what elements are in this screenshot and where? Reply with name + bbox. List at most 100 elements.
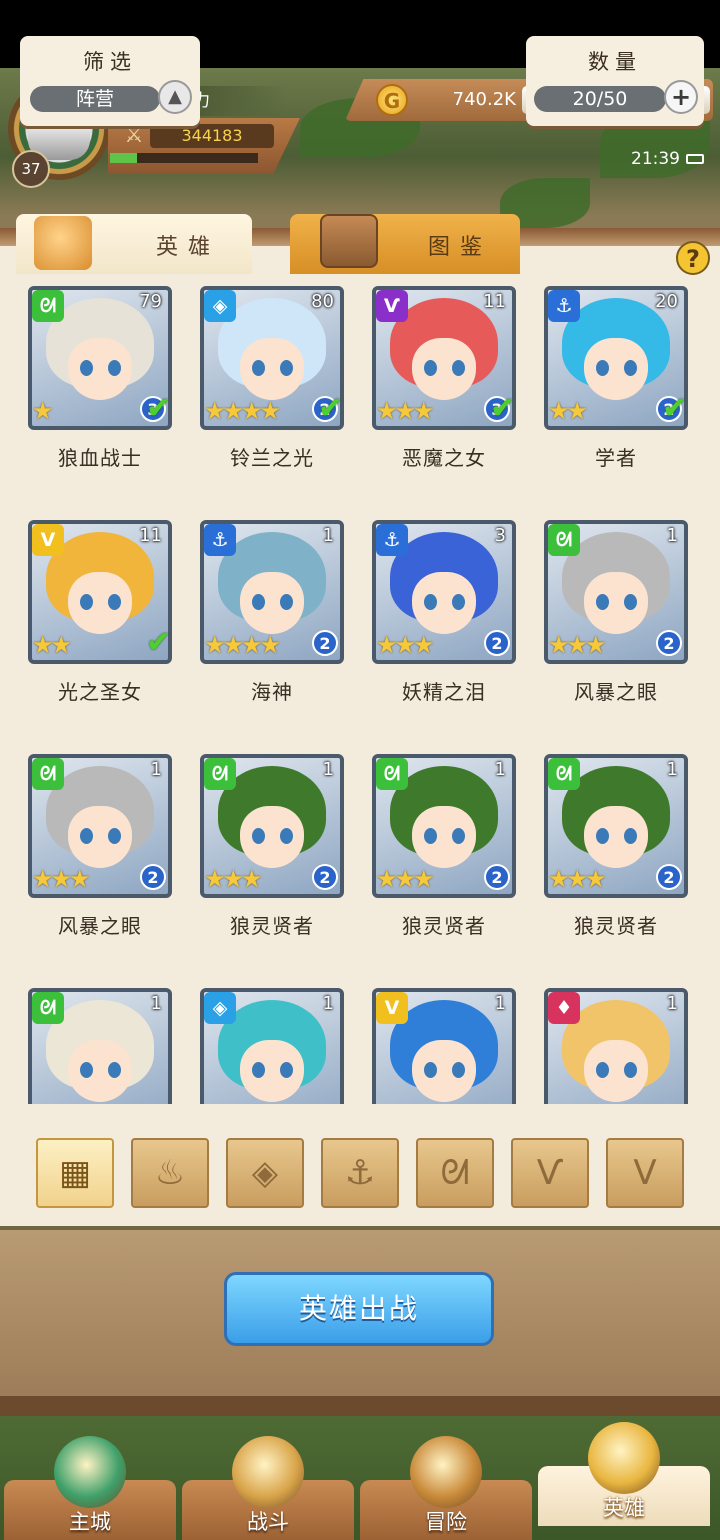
horns-icon: Ѵ: [536, 1153, 564, 1193]
hero-face: [68, 338, 132, 400]
hero-eye: [424, 828, 437, 844]
hero-level: 1: [150, 993, 162, 1014]
hero-eye: [596, 828, 609, 844]
wood-divider: [0, 1396, 720, 1416]
hero-name: 狼灵贤者: [574, 914, 658, 938]
hero-portrait[interactable]: ᘛ 1 ★★★ 2: [200, 754, 344, 898]
hero-card[interactable]: ᘛ 79 ★ 3 ✔ 狼血战士: [0, 282, 172, 502]
hero-card[interactable]: ◈ 1: [172, 984, 344, 1104]
hero-eye: [252, 1062, 265, 1078]
hero-portrait[interactable]: V1: [372, 988, 516, 1104]
hero-portrait[interactable]: ⚓ 3 ★★★ 2: [372, 520, 516, 664]
nav-home[interactable]: 主城: [4, 1436, 176, 1540]
hero-card[interactable]: V1: [344, 984, 516, 1104]
help-button[interactable]: ?: [676, 241, 710, 275]
hero-portrait[interactable]: ◈ 1: [200, 988, 344, 1104]
hero-card[interactable]: ⚓ 1 ★★★★ 2 海神: [172, 516, 344, 736]
hero-grade-badge: 2: [312, 864, 338, 890]
hero-face: [412, 338, 476, 400]
hero-star-rating: ★★★★: [204, 631, 281, 659]
hero-eye: [596, 594, 609, 610]
hero-grade-badge: 2: [484, 864, 510, 890]
hero-eye: [252, 360, 265, 376]
hero-card[interactable]: ᘛ 1 ★★★ 2 风暴之眼: [0, 750, 172, 970]
hero-eye: [624, 1062, 637, 1078]
hero-grade-badge: 2: [484, 630, 510, 656]
nav-battle[interactable]: 战斗: [182, 1436, 354, 1540]
hero-card[interactable]: Ѵ 11 ★★★ 3 ✔ 恶魔之女: [344, 282, 516, 502]
hero-star-rating: ★★★: [548, 631, 607, 659]
hero-name: 学者: [595, 446, 637, 470]
hero-face: [412, 572, 476, 634]
hero-face: [240, 1040, 304, 1102]
hero-card[interactable]: ᘛ 1 ★★★ 2 狼灵贤者: [344, 750, 516, 970]
hero-portrait[interactable]: ᘛ 1 ★★★ 2: [544, 520, 688, 664]
hero-name: 风暴之眼: [58, 914, 142, 938]
hero-portrait[interactable]: ᘛ 1 ★★★ 2: [372, 754, 516, 898]
hero-portrait[interactable]: ᘛ1: [28, 988, 172, 1104]
hero-card[interactable]: ⚓ 20 ★★ 2 ✔ 学者: [516, 282, 688, 502]
hero-star-rating: ★★: [548, 397, 588, 425]
hero-grade-badge: 2: [140, 864, 166, 890]
hero-grid: ᘛ 79 ★ 3 ✔ 狼血战士 ◈ 80 ★★★★ 2 ✔ 铃兰之光 Ѵ 11 ★★★ 3 ✔ 恶魔之女 ⚓ 20 ★★…: [0, 282, 720, 1104]
hero-portrait[interactable]: ⚓ 1 ★★★★ 2: [200, 520, 344, 664]
anchor-icon: ⚓: [204, 524, 236, 556]
hero-eye: [596, 1062, 609, 1078]
hero-card[interactable]: ᘛ 1 ★★★ 2 狼灵贤者: [172, 750, 344, 970]
hero-face: [584, 1040, 648, 1102]
hero-eye: [252, 594, 265, 610]
hero-eye: [280, 594, 293, 610]
filter-anchor-button[interactable]: ⚓: [321, 1138, 399, 1208]
wolf-head-icon: ᘛ: [32, 290, 64, 322]
hero-eye: [624, 828, 637, 844]
hero-card[interactable]: ᘛ 1 ★★★ 2 狼灵贤者: [516, 750, 688, 970]
filter-grid-all-button[interactable]: ▦: [36, 1138, 114, 1208]
hero-face: [240, 338, 304, 400]
tab-heroes[interactable]: 英雄: [16, 214, 252, 274]
hero-eye: [108, 594, 121, 610]
nav-adventure[interactable]: 冒险: [360, 1436, 532, 1540]
hero-portrait[interactable]: ᘛ 1 ★★★ 2: [544, 754, 688, 898]
chevron-wing-icon: V: [633, 1153, 657, 1193]
filter-chevron-wing-button[interactable]: V: [606, 1138, 684, 1208]
filter-wolf-head-button[interactable]: ᘛ: [416, 1138, 494, 1208]
faction-filter-bar: ▦ ♨ ◈ ⚓ ᘛ Ѵ V: [0, 1130, 720, 1214]
combat-power-value: 344183: [150, 124, 274, 148]
hero-level: 1: [494, 993, 506, 1014]
hero-card[interactable]: ᘛ 1 ★★★ 2 风暴之眼: [516, 516, 688, 736]
magnifier-icon: [320, 214, 378, 268]
hero-eye: [108, 360, 121, 376]
hero-face: [68, 572, 132, 634]
hero-card[interactable]: ♦ 1: [516, 984, 688, 1104]
crossed-swords-icon: [232, 1436, 304, 1508]
nav-heroes[interactable]: 英雄: [538, 1422, 710, 1526]
expand-capacity-button[interactable]: +: [664, 80, 698, 114]
hero-eye: [280, 828, 293, 844]
hero-level: 1: [322, 993, 334, 1014]
wolf-head-icon: ᘛ: [548, 524, 580, 556]
nav-label: 主城: [69, 1510, 111, 1534]
hero-star-rating: ★★★: [548, 865, 607, 893]
deploy-heroes-button[interactable]: 英雄出战: [224, 1272, 494, 1346]
hero-card[interactable]: ᘛ1: [0, 984, 172, 1104]
hero-eye: [108, 1062, 121, 1078]
deployed-check-icon: ✔: [490, 391, 516, 426]
hero-portrait[interactable]: ᘛ 1 ★★★ 2: [28, 754, 172, 898]
filter-diamond-rune-button[interactable]: ◈: [226, 1138, 304, 1208]
hero-portrait[interactable]: ♦ 1: [544, 988, 688, 1104]
filter-flame-button[interactable]: ♨: [131, 1138, 209, 1208]
hero-card[interactable]: ⚓ 3 ★★★ 2 妖精之泪: [344, 516, 516, 736]
hero-level: 79: [139, 291, 162, 312]
filter-panel[interactable]: 筛选 阵营 ▲: [20, 36, 200, 126]
tab-heroes-label: 英雄: [156, 235, 221, 260]
tab-codex[interactable]: 图鉴: [290, 214, 520, 274]
hero-eye: [424, 360, 437, 376]
chevron-up-icon[interactable]: ▲: [158, 80, 192, 114]
hero-face: [240, 806, 304, 868]
hero-name: 狼灵贤者: [230, 914, 314, 938]
diamond-rune-icon: ◈: [204, 992, 236, 1024]
filter-horns-button[interactable]: Ѵ: [511, 1138, 589, 1208]
hero-card[interactable]: V 11 ★★ ✔ 光之圣女: [0, 516, 172, 736]
hero-face: [240, 572, 304, 634]
hero-card[interactable]: ◈ 80 ★★★★ 2 ✔ 铃兰之光: [172, 282, 344, 502]
